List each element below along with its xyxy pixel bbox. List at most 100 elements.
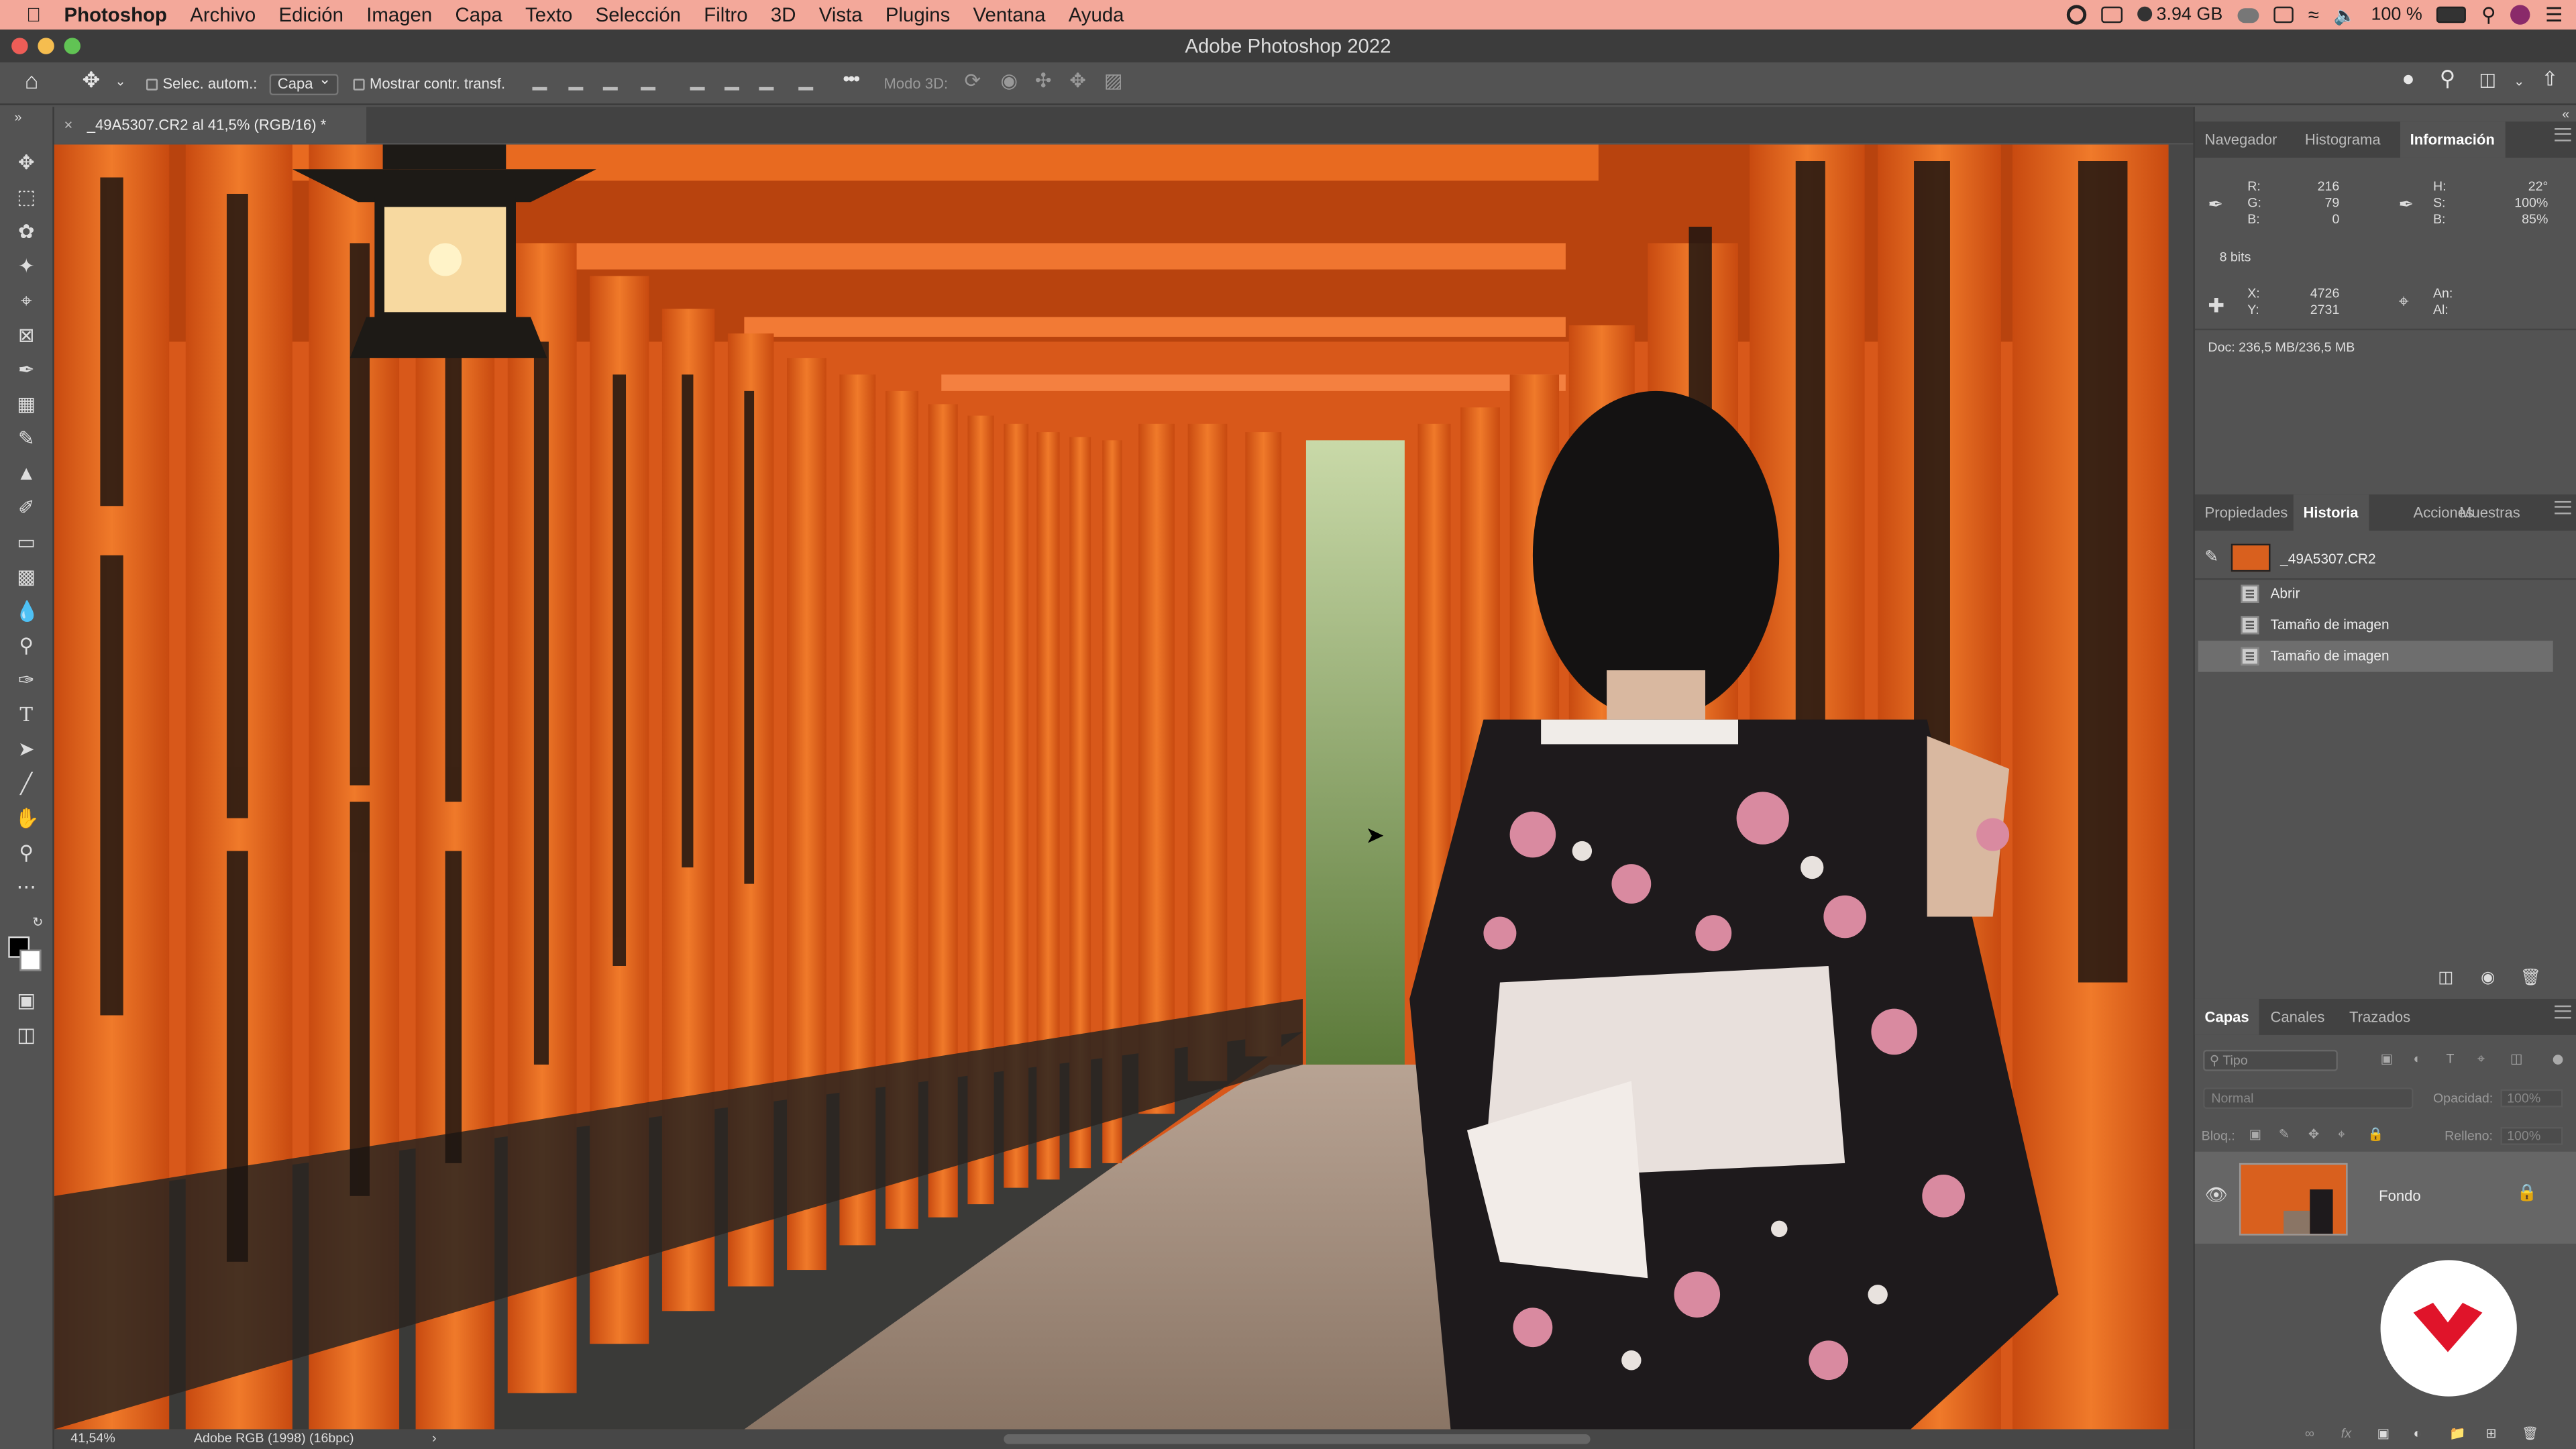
- snapshot-brush-icon[interactable]: ✎: [2205, 541, 2219, 577]
- toggle-icon[interactable]: [2237, 7, 2259, 23]
- swap-colors-icon[interactable]: ↻: [26, 912, 49, 934]
- workspace-chevron-icon[interactable]: ⌄: [2514, 70, 2524, 93]
- marquee-tool-icon[interactable]: ⬚: [15, 186, 38, 209]
- align-left-icon[interactable]: [532, 74, 547, 91]
- filter-smart-icon[interactable]: ◫: [2510, 1051, 2523, 1066]
- roll-3d-icon[interactable]: ◉: [1000, 69, 1018, 92]
- creative-cloud-icon[interactable]: [2065, 5, 2086, 25]
- eyedropper-tool-icon[interactable]: ✒: [15, 358, 38, 381]
- distribute-icon[interactable]: [641, 74, 656, 91]
- menu-capa[interactable]: Capa: [443, 0, 514, 30]
- clone-stamp-tool-icon[interactable]: ▲: [15, 462, 38, 484]
- slide-3d-icon[interactable]: ✥: [1069, 69, 1086, 92]
- brush-tool-icon[interactable]: ✎: [15, 427, 38, 450]
- history-step[interactable]: Abrir: [2198, 578, 2553, 610]
- scale-3d-icon[interactable]: ▨: [1104, 69, 1123, 92]
- image-canvas[interactable]: ➤: [54, 144, 2169, 1430]
- zoom-tool-icon[interactable]: ⚲: [15, 841, 38, 864]
- minimize-window-button[interactable]: [38, 38, 54, 54]
- history-brush-tool-icon[interactable]: ✐: [15, 496, 38, 519]
- lock-paint-icon[interactable]: ✎: [2279, 1127, 2290, 1142]
- tab-canales[interactable]: Canales: [2261, 999, 2334, 1035]
- panels-collapse-icon[interactable]: «: [2562, 107, 2569, 121]
- menu-app-name[interactable]: Photoshop: [52, 0, 178, 30]
- preset-chevron-down-icon[interactable]: ⌄: [115, 70, 125, 93]
- healing-brush-tool-icon[interactable]: ▦: [15, 392, 38, 415]
- align-center-h-icon[interactable]: [568, 74, 584, 91]
- learn-icon[interactable]: ●: [2402, 66, 2414, 90]
- panel-menu-icon[interactable]: [2555, 500, 2571, 515]
- menu-plugins[interactable]: Plugins: [874, 0, 962, 30]
- filter-adjust-icon[interactable]: ◐: [2414, 1051, 2422, 1066]
- tab-historia[interactable]: Historia: [2293, 494, 2369, 531]
- pan-3d-icon[interactable]: ✣: [1035, 69, 1052, 92]
- memory-readout[interactable]: 3.94 GB: [2136, 5, 2222, 25]
- panel-menu-icon[interactable]: [2555, 1005, 2571, 1019]
- new-layer-icon[interactable]: ⊞: [2485, 1426, 2496, 1441]
- menu-archivo[interactable]: Archivo: [178, 0, 267, 30]
- layer-visibility-eye-icon[interactable]: 👁: [2205, 1185, 2228, 1205]
- filter-type-icon[interactable]: T: [2447, 1051, 2455, 1066]
- align-top-icon[interactable]: [690, 74, 705, 91]
- layer-row[interactable]: 👁 Fondo 🔒: [2194, 1151, 2576, 1244]
- hand-tool-icon[interactable]: ✋: [15, 806, 40, 829]
- frame-tool-icon[interactable]: ⊠: [15, 323, 38, 346]
- user-avatar-icon[interactable]: [2510, 5, 2531, 25]
- quick-mask-icon[interactable]: ▣: [15, 989, 38, 1012]
- search-icon[interactable]: ⚲: [2440, 66, 2455, 90]
- move-tool-preset-icon[interactable]: ✥: [82, 68, 100, 92]
- history-step-current[interactable]: Tamaño de imagen: [2198, 641, 2553, 672]
- lock-all-icon[interactable]: 🔒: [2367, 1127, 2383, 1142]
- delete-layer-icon[interactable]: 🗑: [2522, 1426, 2538, 1441]
- crop-tool-icon[interactable]: ⌖: [15, 289, 38, 312]
- edit-toolbar-icon[interactable]: ⋯: [15, 875, 38, 898]
- move-tool-icon[interactable]: ✥: [15, 151, 38, 174]
- panel-collapse-icon[interactable]: »: [7, 107, 30, 129]
- close-tab-icon[interactable]: ×: [64, 107, 73, 143]
- document-tab[interactable]: × _49A5307.CR2 al 41,5% (RGB/16) *: [54, 107, 367, 144]
- volume-icon[interactable]: 🔈: [2334, 4, 2357, 25]
- lock-pixels-icon[interactable]: ▣: [2249, 1127, 2262, 1142]
- history-snapshot[interactable]: ✎ _49A5307.CR2: [2198, 541, 2553, 577]
- zoom-window-button[interactable]: [64, 38, 81, 54]
- layer-style-icon[interactable]: fx: [2341, 1426, 2351, 1441]
- background-color-swatch[interactable]: [19, 949, 42, 971]
- layer-name[interactable]: Fondo: [2379, 1188, 2421, 1204]
- wifi-icon[interactable]: ≈: [2308, 3, 2319, 26]
- share-icon[interactable]: ⇧: [2542, 67, 2559, 90]
- tab-informacion[interactable]: Información: [2400, 121, 2505, 158]
- pen-tool-icon[interactable]: ✑: [15, 669, 38, 692]
- lock-artboard-icon[interactable]: ⌖: [2338, 1127, 2345, 1143]
- eraser-tool-icon[interactable]: ▭: [15, 531, 38, 553]
- horizontal-scrollbar[interactable]: [1004, 1434, 1591, 1444]
- airplay-icon[interactable]: [2273, 6, 2294, 23]
- menu-edicion[interactable]: Edición: [267, 0, 355, 30]
- tab-trazados[interactable]: Trazados: [2339, 999, 2420, 1035]
- workspace-icon[interactable]: ◫: [2479, 69, 2496, 92]
- filter-pixel-icon[interactable]: ▣: [2381, 1051, 2394, 1066]
- distribute-v-icon[interactable]: [798, 74, 814, 91]
- menu-texto[interactable]: Texto: [514, 0, 584, 30]
- home-icon[interactable]: ⌂: [25, 69, 39, 92]
- align-bottom-icon[interactable]: [759, 74, 774, 91]
- blur-tool-icon[interactable]: 💧: [15, 600, 40, 623]
- tab-capas[interactable]: Capas: [2194, 998, 2259, 1035]
- battery-icon[interactable]: [2436, 6, 2467, 23]
- new-snapshot-icon[interactable]: ◉: [2481, 969, 2495, 987]
- menu-ventana[interactable]: Ventana: [961, 0, 1057, 30]
- type-tool-icon[interactable]: T: [15, 703, 38, 726]
- menu-vista[interactable]: Vista: [808, 0, 874, 30]
- opacity-field[interactable]: 100%: [2500, 1089, 2563, 1108]
- canvas-vertical-scrollbar[interactable]: [2168, 144, 2194, 1430]
- color-profile[interactable]: Adobe RGB (1998) (16bpc): [194, 1430, 354, 1449]
- link-layers-icon[interactable]: ∞: [2305, 1426, 2314, 1441]
- menu-imagen[interactable]: Imagen: [355, 0, 443, 30]
- tab-navegador[interactable]: Navegador: [2195, 121, 2287, 158]
- dodge-tool-icon[interactable]: ⚲: [15, 634, 38, 657]
- spotlight-icon[interactable]: ⚲: [2481, 3, 2496, 26]
- zoom-level[interactable]: 41,54%: [70, 1430, 115, 1449]
- show-transform-box[interactable]: [353, 78, 365, 91]
- apple-icon[interactable]: : [0, 0, 52, 30]
- adjustment-layer-icon[interactable]: ◐: [2414, 1426, 2422, 1441]
- lock-position-icon[interactable]: ✥: [2308, 1127, 2319, 1142]
